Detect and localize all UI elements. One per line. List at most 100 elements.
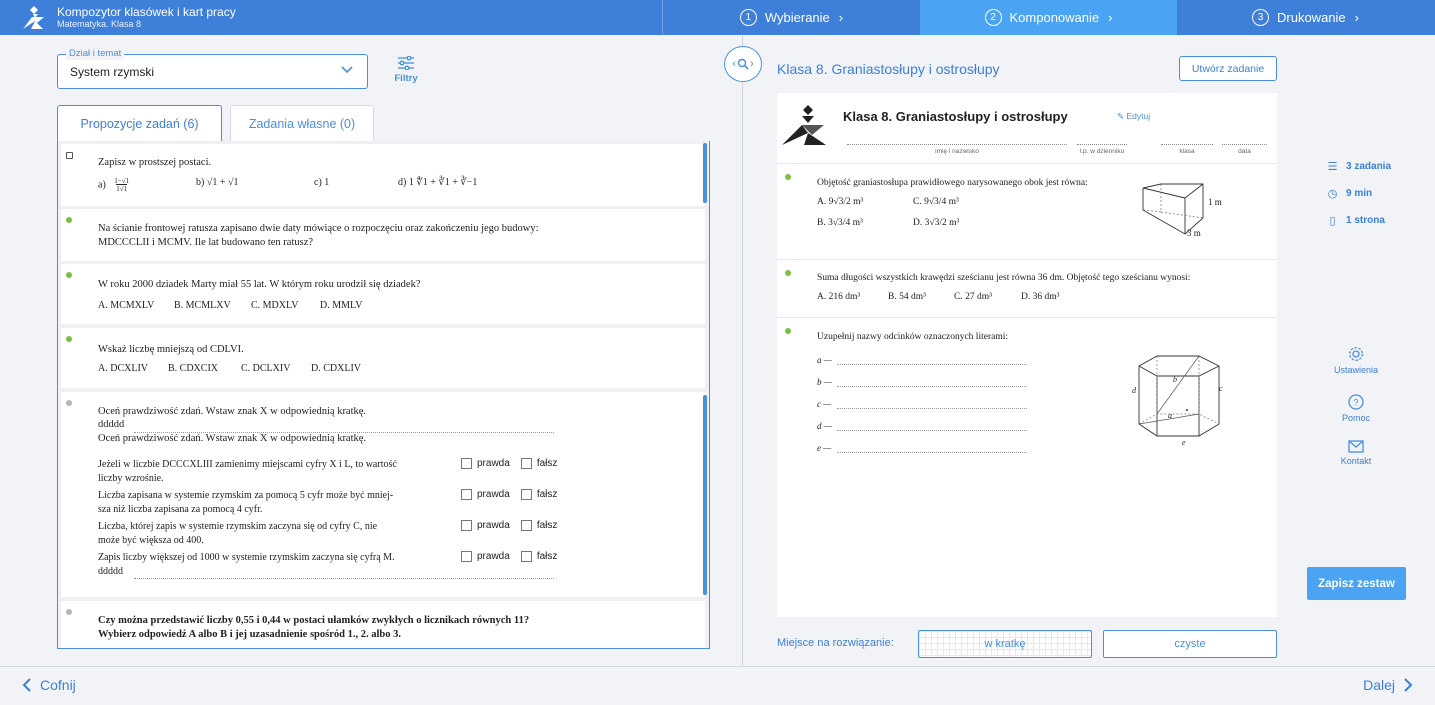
segment-letter: c —: [817, 399, 832, 409]
true-false-choice[interactable]: prawda fałsz: [461, 489, 557, 500]
space-label: Miejsce na rozwiązanie:: [777, 637, 894, 649]
task-option: A. 9√3/2 m³: [817, 197, 864, 207]
settings-link[interactable]: Ustawienia: [1328, 346, 1384, 375]
paper-task[interactable]: Uzupełnij nazwy odcinków oznaczonych lit…: [777, 317, 1277, 473]
statement-text: Liczba zapisana w systemie rzymskim za p…: [98, 490, 394, 515]
back-button[interactable]: Cofnij: [22, 677, 76, 693]
paper-task[interactable]: Objętość graniastosłupa prawidłowego nar…: [777, 163, 1277, 259]
scrollbar-thumb[interactable]: [703, 395, 707, 595]
task-option: A. DCXLIV: [98, 363, 148, 374]
task-text: Oceń prawdziwość zdań. Wstaw znak X w od…: [98, 433, 367, 444]
date-field: data: [1222, 144, 1267, 155]
task-card[interactable]: Wskaż liczbę mniejszą od CDLVI. A. DCXLI…: [61, 328, 705, 388]
task-option: B. 54 dm³: [888, 292, 926, 302]
paper-task[interactable]: Suma długości wszystkich krawędzi sześci…: [777, 259, 1277, 317]
stat-pages: ▯ 1 strona: [1326, 214, 1384, 227]
segment-letter: b —: [817, 377, 832, 387]
checkbox[interactable]: [461, 551, 472, 562]
task-option: d) 1 ∜1 + ∛1 + ∛−1: [398, 177, 478, 188]
task-option: C. DCLXIV: [241, 363, 291, 374]
scrollbar-thumb[interactable]: [703, 143, 707, 203]
true-false-choice[interactable]: prawda fałsz: [461, 458, 557, 469]
mail-icon: [1348, 440, 1364, 453]
checkbox[interactable]: [461, 520, 472, 531]
next-button[interactable]: Dalej: [1363, 677, 1413, 693]
set-title: Klasa 8. Graniastosłupy i ostrosłupy: [777, 61, 1000, 77]
checkbox[interactable]: [520, 458, 532, 469]
chevron-down-icon: [341, 66, 353, 74]
task-option: D. 36 dm³: [1021, 292, 1060, 302]
step-label: Komponowanie: [1009, 10, 1100, 25]
topic-select[interactable]: Dział i temat System rzymski: [57, 48, 368, 89]
number-field: l.p. w dzienniku: [1077, 144, 1127, 155]
tab-wlasne[interactable]: Zadania własne (0): [230, 105, 374, 141]
contact-link[interactable]: Kontakt: [1328, 440, 1384, 466]
figure-label: c: [1219, 384, 1223, 393]
true-false-choice[interactable]: prawda fałsz: [461, 551, 557, 562]
task-text: MDCCCLII i MCMV. Ile lat budowano ten ra…: [98, 237, 314, 248]
footer: Cofnij Dalej: [0, 666, 1435, 705]
hexagonal-prism-figure: [1138, 355, 1220, 437]
task-card[interactable]: Na ścianie frontowej ratusza zapisano dw…: [61, 209, 705, 261]
status-dot: [66, 400, 72, 406]
space-option-grid[interactable]: w kratkę: [918, 630, 1092, 658]
logo-icon: [782, 105, 826, 145]
figure-label: e: [1182, 438, 1186, 447]
true-false-choice[interactable]: prawda fałsz: [461, 520, 557, 531]
step-komponowanie[interactable]: 2 Komponowanie ›: [920, 0, 1177, 35]
edit-link[interactable]: ✎ Edytuj: [1117, 111, 1150, 122]
status-dot: [66, 217, 72, 223]
statement-text: Zapis liczby większej od 1000 w systemie…: [98, 552, 395, 577]
dotted-line: [837, 386, 1027, 387]
filters-label: Filtry: [394, 73, 418, 84]
filters-button[interactable]: Filtry: [391, 56, 421, 84]
task-card[interactable]: W roku 2000 dziadek Marty miał 55 lat. W…: [61, 264, 705, 324]
list-icon: ☰: [1327, 161, 1338, 173]
step-drukowanie[interactable]: 3 Drukowanie ›: [1177, 0, 1434, 35]
task-card[interactable]: Czy można przedstawić liczby 0,55 i 0,44…: [61, 601, 705, 648]
checkbox[interactable]: [461, 489, 472, 500]
app-subtitle: Matematyka. Klasa 8: [57, 18, 142, 29]
chevron-left-icon: ‹: [732, 58, 736, 70]
figure-label: d: [1132, 386, 1136, 395]
save-set-button[interactable]: Zapisz zestaw: [1307, 567, 1406, 600]
zoom-toggle-button[interactable]: ‹ ›: [724, 46, 762, 82]
task-text: Uzupełnij nazwy odcinków oznaczonych lit…: [817, 332, 1008, 342]
checkbox[interactable]: [461, 458, 472, 469]
task-option: B. 3√3/4 m³: [817, 218, 863, 228]
top-header: Kompozytor klasówek i kart pracy Matemat…: [0, 0, 1435, 35]
dotted-line: [837, 430, 1027, 431]
task-text: Na ścianie frontowej ratusza zapisano dw…: [98, 223, 539, 234]
step-label: Drukowanie: [1277, 10, 1346, 25]
help-icon: ?: [1348, 394, 1364, 410]
task-card[interactable]: Oceń prawdziwość zdań. Wstaw znak X w od…: [61, 392, 705, 597]
checkbox[interactable]: [520, 520, 532, 531]
figure-label: b: [1173, 375, 1177, 384]
task-text: Czy można przedstawić liczby 0,55 i 0,44…: [98, 615, 530, 626]
checkbox[interactable]: [520, 489, 532, 500]
status-dot: [66, 609, 72, 615]
task-option: B. CDXCIX: [168, 363, 219, 374]
task-text: Suma długości wszystkich krawędzi sześci…: [817, 273, 1191, 283]
chevron-right-icon: ›: [838, 10, 844, 25]
name-field: imię i nazwisko: [847, 144, 1067, 155]
status-dot: [66, 336, 72, 342]
tab-propozycje[interactable]: Propozycje zadań (6): [57, 105, 222, 142]
paper-preview: Klasa 8. Graniastosłupy i ostrosłupy ✎ E…: [777, 93, 1277, 617]
status-dot: [785, 328, 791, 334]
task-text: Objętość graniastosłupa prawidłowego nar…: [817, 178, 1088, 188]
help-link[interactable]: ? Pomoc: [1328, 394, 1384, 423]
figure-label: a: [1168, 411, 1172, 420]
stat-tasks: ☰ 3 zadania: [1327, 161, 1392, 173]
status-dot: [785, 270, 791, 276]
dotted-line: [837, 452, 1027, 453]
segment-letter: a —: [817, 355, 832, 365]
step-wybieranie[interactable]: 1 Wybieranie ›: [663, 0, 920, 35]
task-card[interactable]: Zapisz w prostszej postaci. a) 1−√1 1√1 b…: [61, 144, 705, 206]
task-option: A. MCMXLV: [98, 300, 155, 311]
checkbox[interactable]: [520, 551, 532, 562]
space-option-plain[interactable]: czyste: [1103, 630, 1277, 658]
dimension-label: 3 m: [1187, 228, 1201, 238]
create-task-button[interactable]: Utwórz zadanie: [1179, 56, 1277, 81]
page-icon: ▯: [1329, 215, 1336, 227]
